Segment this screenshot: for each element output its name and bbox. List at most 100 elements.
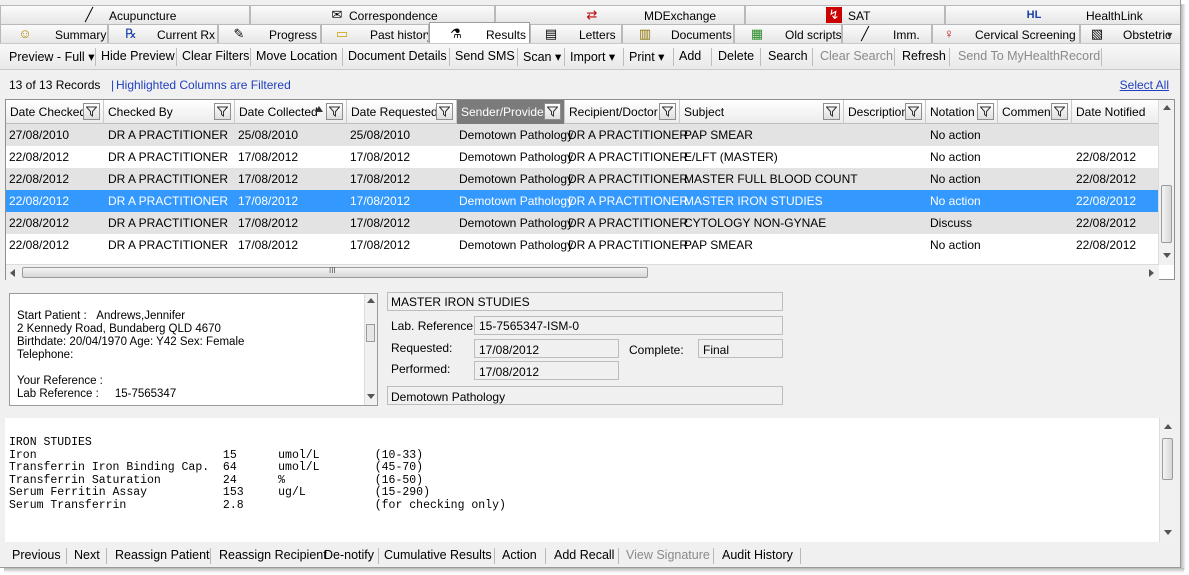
- hide-preview-button[interactable]: Hide Preview: [101, 49, 175, 63]
- column-checked-by[interactable]: Checked By: [104, 100, 235, 124]
- tab-sat[interactable]: ↯ SAT: [745, 5, 945, 24]
- tab-cervical-screening[interactable]: ♀ Cervical Screening: [932, 24, 1080, 43]
- report-text-area[interactable]: IRON STUDIES Iron 15 umol/L (10-33) Transf…: [5, 418, 1175, 542]
- column-comment[interactable]: Comment: [998, 100, 1072, 124]
- requested-date-field: 17/08/2012: [474, 339, 619, 358]
- action-button[interactable]: Action: [502, 548, 537, 562]
- smiley-icon: ☺: [18, 26, 32, 41]
- search-button[interactable]: Search: [768, 49, 808, 63]
- tab-overflow-icon[interactable]: ▼: [1165, 30, 1174, 40]
- cumulative-results-button[interactable]: Cumulative Results: [384, 548, 492, 562]
- scroll-left-icon[interactable]: [10, 269, 15, 277]
- preview-full-dropdown[interactable]: Preview - Full ▾: [9, 49, 94, 64]
- filter-icon[interactable]: [436, 103, 453, 120]
- action-separator: [66, 548, 67, 564]
- filter-icon[interactable]: [544, 103, 561, 120]
- scrollbar-thumb[interactable]: [1162, 438, 1173, 480]
- scroll-up-icon[interactable]: [1163, 105, 1171, 110]
- patient-info-scrollbar[interactable]: [364, 294, 377, 405]
- add-button[interactable]: Add: [679, 49, 701, 63]
- view-signature-button[interactable]: View Signature: [626, 548, 710, 562]
- action-separator: [545, 548, 546, 564]
- report-body: IRON STUDIES Iron 15 umol/L (10-33) Transf…: [9, 436, 506, 512]
- column-sender-provider[interactable]: Sender/Provider: [457, 100, 565, 124]
- tab-mdexchange[interactable]: ⇄ MDExchange: [495, 5, 745, 24]
- filter-icon[interactable]: [83, 103, 100, 120]
- tab-imm[interactable]: ╱ Imm.: [842, 24, 932, 43]
- scroll-right-icon[interactable]: [1149, 269, 1154, 277]
- tab-past-history[interactable]: ▭ Past history: [321, 24, 429, 43]
- document-details-button[interactable]: Document Details: [348, 49, 447, 63]
- tab-old-scripts[interactable]: ▦ Old scripts: [734, 24, 842, 43]
- column-notation[interactable]: Notation: [926, 100, 998, 124]
- sort-ascending-icon: [315, 106, 323, 112]
- filter-icon[interactable]: [659, 103, 676, 120]
- complete-status-field: Final: [698, 339, 783, 358]
- lab-reference-field: 15-7565347-ISM-0: [474, 316, 783, 335]
- grid-horizontal-scrollbar[interactable]: III: [6, 264, 1159, 280]
- send-sms-button[interactable]: Send SMS: [455, 49, 515, 63]
- healthlink-icon: HL: [1026, 9, 1042, 21]
- scroll-up-icon[interactable]: [367, 298, 375, 303]
- table-row[interactable]: 27/08/2010 DR A PRACTITIONER 25/08/2010 …: [6, 124, 1159, 146]
- send-to-myhealthrecord-button[interactable]: Send To MyHealthRecord: [958, 49, 1100, 63]
- column-recipient-doctor[interactable]: Recipient/Doctor: [565, 100, 680, 124]
- previous-button[interactable]: Previous: [12, 548, 61, 562]
- scrollbar-thumb[interactable]: [366, 324, 375, 342]
- toolbar-separator: [342, 48, 343, 66]
- scroll-down-icon[interactable]: [367, 394, 375, 399]
- column-date-notified[interactable]: Date Notified: [1072, 100, 1159, 124]
- table-row[interactable]: 22/08/2012 DR A PRACTITIONER 17/08/2012 …: [6, 146, 1159, 168]
- table-row[interactable]: 22/08/2012 DR A PRACTITIONER 17/08/2012 …: [6, 168, 1159, 190]
- reassign-recipient-button[interactable]: Reassign Recipient: [219, 548, 327, 562]
- scroll-down-icon[interactable]: [1163, 253, 1171, 258]
- column-date-checked[interactable]: Date Checked: [6, 100, 104, 124]
- column-subject[interactable]: Subject: [680, 100, 844, 124]
- next-button[interactable]: Next: [74, 548, 100, 562]
- audit-history-button[interactable]: Audit History: [722, 548, 793, 562]
- grid-vertical-scrollbar[interactable]: [1158, 100, 1174, 265]
- table-row-selected[interactable]: 22/08/2012 DR A PRACTITIONER 17/08/2012 …: [6, 190, 1159, 212]
- clear-search-button[interactable]: Clear Search: [820, 49, 893, 63]
- move-location-button[interactable]: Move Location: [256, 49, 337, 63]
- reassign-patient-button[interactable]: Reassign Patient: [115, 548, 210, 562]
- print-dropdown[interactable]: Print ▾: [629, 49, 664, 64]
- clear-filters-button[interactable]: Clear Filters: [182, 49, 249, 63]
- column-date-collected[interactable]: Date Collected: [235, 100, 347, 124]
- add-recall-button[interactable]: Add Recall: [554, 548, 614, 562]
- refresh-button[interactable]: Refresh: [902, 49, 946, 63]
- import-dropdown[interactable]: Import ▾: [570, 49, 615, 64]
- tab-acupuncture[interactable]: ╱ Acupuncture: [0, 5, 250, 24]
- tab-results[interactable]: ⚗ Results: [429, 22, 530, 43]
- table-row[interactable]: 22/08/2012 DR A PRACTITIONER 17/08/2012 …: [6, 234, 1159, 256]
- scrollbar-thumb[interactable]: [1161, 185, 1172, 243]
- scrollbar-thumb[interactable]: III: [22, 266, 648, 278]
- de-notify-button[interactable]: De-notify: [324, 548, 374, 562]
- filter-icon[interactable]: [1051, 103, 1068, 120]
- tab-current-rx[interactable]: ℞ Current Rx: [108, 24, 218, 43]
- tab-summary[interactable]: ☺ Summary: [0, 24, 108, 43]
- report-scrollbar[interactable]: [1159, 418, 1175, 542]
- filter-icon[interactable]: [823, 103, 840, 120]
- filter-icon[interactable]: [905, 103, 922, 120]
- window-shadow: [1181, 4, 1186, 570]
- column-date-requested[interactable]: Date Requested: [347, 100, 457, 124]
- filter-icon[interactable]: [977, 103, 994, 120]
- delete-button[interactable]: Delete: [718, 49, 754, 63]
- filter-icon[interactable]: [326, 103, 343, 120]
- action-separator: [800, 548, 801, 564]
- folder-icon: ▭: [335, 26, 349, 41]
- toolbar-separator: [564, 48, 565, 66]
- filter-icon[interactable]: [214, 103, 231, 120]
- scan-dropdown[interactable]: Scan ▾: [523, 49, 561, 64]
- tab-progress[interactable]: ✎ Progress: [218, 24, 321, 43]
- table-row[interactable]: 22/08/2012 DR A PRACTITIONER 17/08/2012 …: [6, 212, 1159, 234]
- scroll-down-icon[interactable]: [1164, 530, 1172, 535]
- select-all-link[interactable]: Select All: [1120, 78, 1169, 92]
- tab-healthlink[interactable]: HL HealthLink: [945, 5, 1180, 24]
- action-separator: [713, 548, 714, 564]
- scroll-up-icon[interactable]: [1164, 424, 1172, 429]
- tab-letters[interactable]: ▤ Letters: [530, 24, 622, 43]
- column-description[interactable]: Description: [844, 100, 926, 124]
- tab-documents[interactable]: ▥ Documents: [622, 24, 734, 43]
